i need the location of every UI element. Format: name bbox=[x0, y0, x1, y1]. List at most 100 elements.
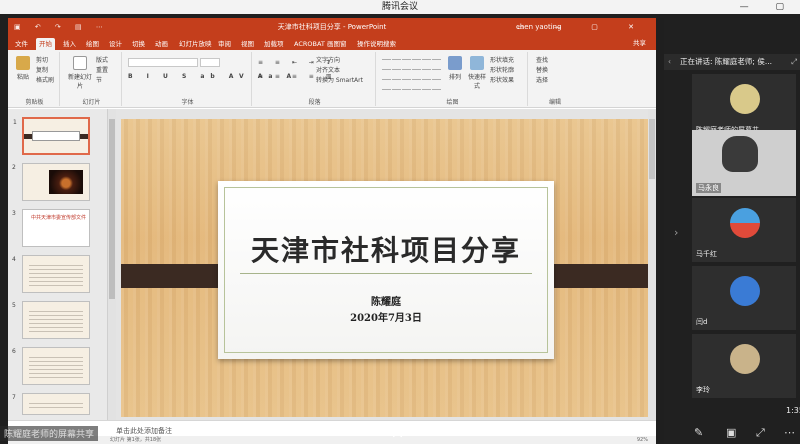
tab-slideshow[interactable]: 幻灯片放映 bbox=[176, 38, 215, 50]
participant-tile-4[interactable]: 闫d bbox=[692, 266, 796, 330]
participant-tile-1[interactable]: 陈耀庭老师的屏幕共... bbox=[692, 74, 796, 138]
reset-button[interactable]: 重置 bbox=[96, 66, 108, 75]
pause-button[interactable]: ❙❙ bbox=[390, 428, 405, 438]
ribbon-group-paragraph: ≡ ≡ ⇤ ⇥ ↕ ≡ ≡ ≡ ≡ ▥ 文字方向 对齐文本 转换为 SmartA… bbox=[254, 52, 376, 106]
tab-acrobat[interactable]: ACROBAT bbox=[291, 38, 328, 50]
left-dark-band bbox=[121, 264, 223, 288]
window-controls[interactable]: — ▢ bbox=[740, 0, 796, 14]
notes-placeholder: 单击此处添加备注 bbox=[116, 427, 172, 435]
slide-scrollbar[interactable] bbox=[648, 109, 656, 420]
font-size-box[interactable] bbox=[200, 58, 220, 67]
group-label-clipboard: 剪贴板 bbox=[25, 99, 44, 106]
slide-thumbnail-1[interactable]: 1 bbox=[13, 117, 90, 155]
slide-thumbnail-2[interactable]: 2 bbox=[12, 163, 90, 201]
tab-design[interactable]: 设计 bbox=[106, 38, 125, 50]
tab-addins[interactable]: 加载项 bbox=[261, 38, 287, 50]
new-slide-icon bbox=[73, 56, 87, 70]
ppt-title-bar: ▣ ↶ ↷ ▤ ⋯ 天津市社科项目分享 - PowerPoint chen ya… bbox=[8, 18, 656, 36]
participant-name: 李玲 bbox=[696, 386, 710, 394]
slide-thumbnail-5[interactable]: 5 bbox=[12, 301, 90, 339]
share-button[interactable]: 共享 bbox=[633, 37, 646, 49]
tab-home[interactable]: 开始 bbox=[36, 38, 55, 50]
layout-button[interactable]: 版式 bbox=[96, 56, 108, 65]
status-zoom[interactable]: 92% bbox=[637, 436, 648, 444]
participant-name: 马千红 bbox=[696, 250, 717, 258]
ribbon-tabs: 文件 开始 插入 绘图 设计 切换 动画 幻灯片放映 审阅 视图 加载项 ACR… bbox=[8, 36, 656, 50]
arrange-icon bbox=[448, 56, 462, 70]
tab-review[interactable]: 审阅 bbox=[215, 38, 234, 50]
slide-thumbnail-6[interactable]: 6 bbox=[12, 347, 90, 385]
collapse-arrow-icon[interactable]: ‹ bbox=[668, 54, 671, 70]
slide-title[interactable]: 天津市社科项目分享 bbox=[218, 229, 554, 269]
select-button[interactable]: 选择 bbox=[536, 76, 548, 85]
forward-30-button[interactable]: 30 bbox=[422, 428, 433, 438]
participant-tile-5[interactable]: 李玲 bbox=[692, 334, 796, 398]
ribbon-group-font: B I U S ab AV Aa A 字体 bbox=[124, 52, 291, 106]
fullscreen-icon[interactable]: ⤢ bbox=[756, 426, 765, 440]
paste-icon bbox=[16, 56, 30, 70]
new-slide-button[interactable]: 新建幻灯片 bbox=[66, 56, 94, 90]
find-button[interactable]: 查找 bbox=[536, 56, 548, 65]
quick-styles-button[interactable]: 快速样式 bbox=[466, 56, 488, 90]
annotate-icon[interactable]: ✎ bbox=[694, 426, 703, 439]
slide-thumbnail-4[interactable]: 4 bbox=[12, 255, 90, 293]
tab-paint[interactable]: 画图窗 bbox=[324, 38, 350, 50]
ribbon-group-editing: 查找 替换 选择 编辑 bbox=[530, 52, 580, 106]
copy-button[interactable]: 复制 bbox=[36, 66, 48, 75]
replace-button[interactable]: 替换 bbox=[536, 66, 548, 75]
text-direction-button[interactable]: 文字方向 bbox=[316, 56, 340, 65]
thumbnail-image bbox=[49, 170, 83, 194]
smartart-button[interactable]: 转换为 SmartArt bbox=[316, 76, 363, 85]
screen-icon[interactable]: ▣ bbox=[726, 426, 736, 439]
format-painter-button[interactable]: 格式刷 bbox=[36, 76, 54, 85]
ribbon-group-drawing: 排列 快速样式 形状填充 形状轮廓 形状效果 绘图 bbox=[378, 52, 528, 106]
participant-tile-3[interactable]: 马千红 bbox=[692, 198, 796, 262]
tab-animations[interactable]: 动画 bbox=[152, 38, 171, 50]
cut-button[interactable]: 剪切 bbox=[36, 56, 48, 65]
arrange-button[interactable]: 排列 bbox=[444, 56, 466, 82]
slide-date[interactable]: 2020年7月3日 bbox=[218, 309, 554, 324]
align-text-button[interactable]: 对齐文本 bbox=[316, 66, 340, 75]
slide-thumbnail-7[interactable]: 7 bbox=[12, 393, 90, 415]
playback-time: 1:35 bbox=[786, 406, 800, 415]
shape-effects-button[interactable]: 形状效果 bbox=[490, 76, 514, 85]
speaking-indicator: ‹ 正在讲话: 陈耀庭老师; 侯... ⤢ bbox=[664, 54, 800, 70]
group-label-editing: 编辑 bbox=[548, 99, 561, 106]
ribbon-group-slides: 新建幻灯片 版式 重置 节 幻灯片 bbox=[62, 52, 122, 106]
shape-outline-button[interactable]: 形状轮廓 bbox=[490, 66, 514, 75]
slide-thumbnail-3[interactable]: 3 中共天津市委宣传部文件 bbox=[12, 209, 90, 247]
tell-me-search[interactable]: 操作说明搜索 bbox=[354, 38, 399, 50]
quick-styles-icon bbox=[470, 56, 484, 70]
paste-button[interactable]: 粘贴 bbox=[12, 56, 34, 82]
participant-name: 闫d bbox=[696, 318, 708, 326]
tab-file[interactable]: 文件 bbox=[12, 38, 31, 50]
rewind-10-button[interactable]: 10 bbox=[356, 428, 367, 438]
ribbon-home: 粘贴 剪切 复制 格式刷 剪贴板 新建幻灯片 版式 重置 节 幻灯片 B I U… bbox=[8, 50, 656, 108]
panel-toggle-icon[interactable]: › bbox=[674, 226, 678, 239]
tab-transitions[interactable]: 切换 bbox=[129, 38, 148, 50]
slide-thumbnails-pane: 1 2 3 中共天津市委宣传部文件 4 5 6 7 bbox=[8, 109, 108, 420]
ribbon-group-clipboard: 粘贴 剪切 复制 格式刷 剪贴板 bbox=[10, 52, 60, 106]
current-slide[interactable]: 天津市社科项目分享 陈耀庭 2020年7月3日 bbox=[121, 119, 651, 417]
shapes-gallery[interactable] bbox=[382, 58, 442, 90]
status-slide-count: 幻灯片 第1张，共18张 bbox=[110, 437, 162, 443]
participant-tile-2[interactable]: 马永良 bbox=[692, 130, 796, 196]
meeting-app-title: 腾讯会议 bbox=[381, 2, 418, 12]
participant-name: 马永良 bbox=[696, 183, 721, 193]
group-label-drawing: 绘图 bbox=[446, 99, 459, 106]
group-label-paragraph: 段落 bbox=[308, 99, 321, 106]
tab-draw[interactable]: 绘图 bbox=[83, 38, 102, 50]
powerpoint-window: ▣ ↶ ↷ ▤ ⋯ 天津市社科项目分享 - PowerPoint chen ya… bbox=[8, 18, 656, 444]
slide-author[interactable]: 陈耀庭 bbox=[218, 293, 554, 308]
font-name-box[interactable] bbox=[128, 58, 198, 67]
thumbnails-scrollbar[interactable] bbox=[108, 109, 116, 420]
group-label-font: 字体 bbox=[181, 99, 194, 106]
shape-fill-button[interactable]: 形状填充 bbox=[490, 56, 514, 65]
expand-icon[interactable]: ⤢ bbox=[791, 54, 797, 70]
more-icon[interactable]: ⋯ bbox=[784, 426, 795, 439]
section-button[interactable]: 节 bbox=[96, 76, 102, 85]
group-label-slides: 幻灯片 bbox=[82, 99, 101, 106]
ppt-window-controls[interactable]: ▭ — ▢ ✕ bbox=[517, 18, 648, 36]
tab-insert[interactable]: 插入 bbox=[60, 38, 79, 50]
tab-view[interactable]: 视图 bbox=[238, 38, 257, 50]
